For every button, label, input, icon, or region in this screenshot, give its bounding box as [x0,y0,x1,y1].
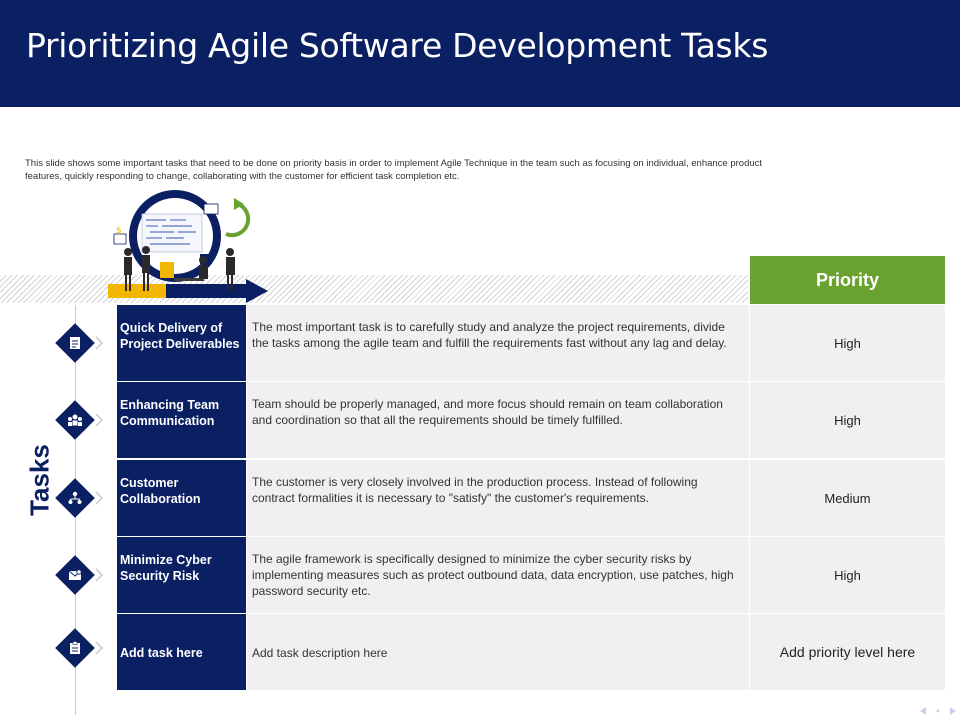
document-icon [66,334,84,352]
next-arrow-icon [950,707,956,715]
table-row: Enhancing Team Communication Team should… [117,382,945,458]
task-name: Minimize Cyber Security Risk [117,537,246,613]
svg-text:$: $ [116,226,122,236]
chevron-right-icon [95,491,104,505]
chevron-right-icon [95,641,104,655]
task-priority: High [750,382,945,458]
slide-nav-arrows[interactable] [918,706,958,716]
page-title: Prioritizing Agile Software Development … [26,26,769,65]
tasks-label-text: Tasks [24,444,55,516]
task-priority: High [750,537,945,613]
header-bar: Prioritizing Agile Software Development … [0,0,960,107]
chevron-right-icon [95,413,104,427]
task-name: Add task here [117,614,246,690]
task-description: The most important task is to carefully … [247,305,749,381]
task-name: Customer Collaboration [117,460,246,536]
table-row: Add task here Add task description here … [117,614,945,690]
table-row: Quick Delivery of Project Deliverables T… [117,305,945,381]
task-description: The customer is very closely involved in… [247,460,749,536]
secure-mail-icon [66,566,84,584]
chevron-right-icon [95,336,104,350]
agile-illustration: $ [108,190,268,303]
nav-dot-icon [936,709,940,713]
task-description: Add task description here [247,614,749,690]
table-row: Customer Collaboration The customer is v… [117,460,945,536]
task-priority: Add priority level here [750,614,945,690]
previous-arrow-icon [920,707,926,715]
intro-text: This slide shows some important tasks th… [25,158,763,182]
task-description: The agile framework is specifically desi… [247,537,749,613]
task-priority: Medium [750,460,945,536]
priority-header: Priority [750,256,945,304]
tasks-label: Tasks [10,440,70,520]
task-name: Enhancing Team Communication [117,382,246,458]
network-icon [66,489,84,507]
team-icon [66,411,84,429]
table-row: Minimize Cyber Security Risk The agile f… [117,537,945,613]
task-description: Team should be properly managed, and mor… [247,382,749,458]
chevron-right-icon [95,568,104,582]
task-priority: High [750,305,945,381]
clipboard-icon [66,639,84,657]
task-name: Quick Delivery of Project Deliverables [117,305,246,381]
